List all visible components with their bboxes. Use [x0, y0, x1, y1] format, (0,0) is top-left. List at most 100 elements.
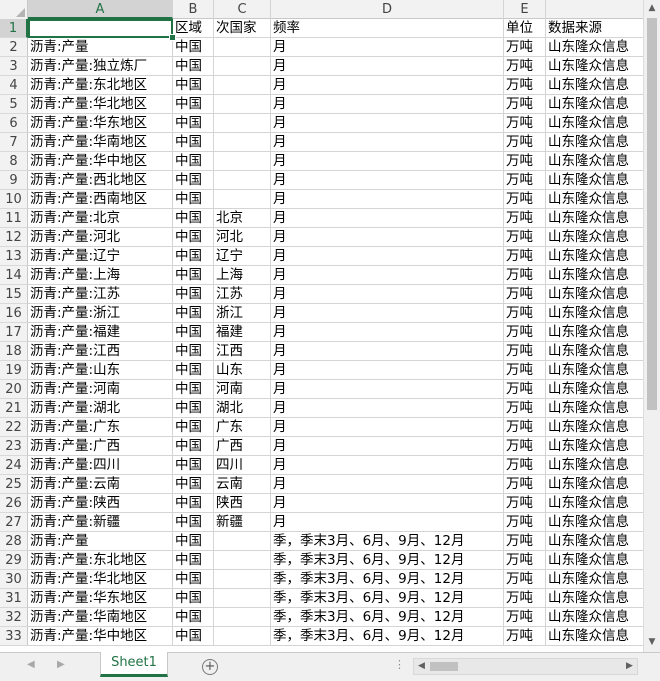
cell[interactable]: [214, 608, 271, 627]
cell[interactable]: 次国家: [214, 19, 271, 38]
cell[interactable]: 山东隆众信息: [546, 342, 643, 361]
cell[interactable]: [214, 171, 271, 190]
row-header[interactable]: 29: [0, 551, 28, 570]
row-header[interactable]: 13: [0, 247, 28, 266]
cell[interactable]: 中国: [173, 342, 214, 361]
cell[interactable]: 万吨: [504, 152, 546, 171]
cell[interactable]: 山东隆众信息: [546, 190, 643, 209]
cell[interactable]: 山东隆众信息: [546, 589, 643, 608]
cell[interactable]: 山东隆众信息: [546, 418, 643, 437]
cell[interactable]: 季，季末3月、6月、9月、12月: [271, 551, 504, 570]
cell[interactable]: 山东隆众信息: [546, 57, 643, 76]
row-header[interactable]: 15: [0, 285, 28, 304]
row-header[interactable]: 17: [0, 323, 28, 342]
cell[interactable]: 月: [271, 209, 504, 228]
cell[interactable]: 中国: [173, 95, 214, 114]
cell[interactable]: 中国: [173, 551, 214, 570]
cell[interactable]: 沥青:产量:华北地区: [28, 95, 173, 114]
cell[interactable]: 沥青:产量:北京: [28, 209, 173, 228]
cell[interactable]: 万吨: [504, 456, 546, 475]
cell[interactable]: 浙江: [214, 304, 271, 323]
cell[interactable]: 万吨: [504, 190, 546, 209]
cell[interactable]: 中国: [173, 323, 214, 342]
cell[interactable]: 月: [271, 114, 504, 133]
cell[interactable]: 山东隆众信息: [546, 133, 643, 152]
row-header[interactable]: 12: [0, 228, 28, 247]
row-header[interactable]: 8: [0, 152, 28, 171]
row-header[interactable]: 27: [0, 513, 28, 532]
cell[interactable]: 中国: [173, 570, 214, 589]
cell[interactable]: 中国: [173, 190, 214, 209]
cell[interactable]: 上海: [214, 266, 271, 285]
cell[interactable]: [214, 76, 271, 95]
cell[interactable]: 沥青:产量:江西: [28, 342, 173, 361]
vertical-scrollbar[interactable]: ▲ ▼: [643, 0, 660, 652]
cell[interactable]: [214, 551, 271, 570]
cell[interactable]: 中国: [173, 304, 214, 323]
cell[interactable]: 万吨: [504, 361, 546, 380]
cell[interactable]: 沥青:产量:广西: [28, 437, 173, 456]
column-header[interactable]: B: [173, 0, 214, 19]
row-header[interactable]: 14: [0, 266, 28, 285]
row-header[interactable]: 26: [0, 494, 28, 513]
cell[interactable]: 沥青:产量:上海: [28, 266, 173, 285]
prev-sheet-icon[interactable]: ◀: [27, 659, 35, 670]
cell[interactable]: [214, 152, 271, 171]
cell[interactable]: 万吨: [504, 266, 546, 285]
cell[interactable]: 中国: [173, 456, 214, 475]
cell[interactable]: 中国: [173, 38, 214, 57]
cell[interactable]: 河北: [214, 228, 271, 247]
horizontal-scrollbar[interactable]: ◀ ▶: [413, 658, 638, 675]
cell[interactable]: 湖北: [214, 399, 271, 418]
scroll-right-icon[interactable]: ▶: [622, 659, 637, 674]
column-header[interactable]: A: [28, 0, 173, 19]
cell[interactable]: 月: [271, 494, 504, 513]
cell[interactable]: 月: [271, 133, 504, 152]
cell[interactable]: 沥青:产量:华中地区: [28, 152, 173, 171]
cell[interactable]: 福建: [214, 323, 271, 342]
cell[interactable]: 沥青:产量: [28, 532, 173, 551]
row-header[interactable]: 18: [0, 342, 28, 361]
scroll-down-icon[interactable]: ▼: [644, 634, 660, 651]
cell[interactable]: 中国: [173, 532, 214, 551]
add-sheet-icon[interactable]: +: [202, 659, 218, 675]
cell[interactable]: 万吨: [504, 342, 546, 361]
cell[interactable]: [214, 133, 271, 152]
cell[interactable]: 万吨: [504, 627, 546, 646]
cell[interactable]: 云南: [214, 475, 271, 494]
cell[interactable]: 中国: [173, 133, 214, 152]
cell[interactable]: 沥青:产量:华北地区: [28, 570, 173, 589]
cell[interactable]: 月: [271, 285, 504, 304]
cell[interactable]: 山东隆众信息: [546, 38, 643, 57]
cell[interactable]: 万吨: [504, 418, 546, 437]
cell[interactable]: 中国: [173, 437, 214, 456]
spreadsheet-grid[interactable]: ABCDE 1 区域 次国家 频率 单位 数据来源 2 沥青:产量 中国月万吨 山东隆众信息 3 沥青…: [0, 0, 643, 652]
cell[interactable]: 沥青:产量:四川: [28, 456, 173, 475]
cell[interactable]: 月: [271, 437, 504, 456]
cell[interactable]: 数据来源: [546, 19, 643, 38]
fill-handle[interactable]: [169, 34, 176, 41]
cell[interactable]: 中国: [173, 247, 214, 266]
cell[interactable]: 万吨: [504, 323, 546, 342]
row-header[interactable]: 23: [0, 437, 28, 456]
cell[interactable]: 区域: [173, 19, 214, 38]
cell[interactable]: 沥青:产量:东北地区: [28, 551, 173, 570]
cell[interactable]: [214, 190, 271, 209]
row-header[interactable]: 5: [0, 95, 28, 114]
cell[interactable]: 山东隆众信息: [546, 247, 643, 266]
cell[interactable]: [214, 589, 271, 608]
row-header[interactable]: 31: [0, 589, 28, 608]
cell[interactable]: 沥青:产量:华中地区: [28, 627, 173, 646]
cell[interactable]: 月: [271, 247, 504, 266]
cell[interactable]: 沥青:产量:广东: [28, 418, 173, 437]
cell[interactable]: 沥青:产量:河南: [28, 380, 173, 399]
cell[interactable]: 季，季末3月、6月、9月、12月: [271, 589, 504, 608]
cell[interactable]: 沥青:产量:福建: [28, 323, 173, 342]
cell[interactable]: 山东隆众信息: [546, 608, 643, 627]
cell[interactable]: 新疆: [214, 513, 271, 532]
cell[interactable]: 沥青:产量:西南地区: [28, 190, 173, 209]
row-header[interactable]: 6: [0, 114, 28, 133]
cell[interactable]: 山东隆众信息: [546, 532, 643, 551]
row-header[interactable]: 25: [0, 475, 28, 494]
cell[interactable]: 月: [271, 380, 504, 399]
